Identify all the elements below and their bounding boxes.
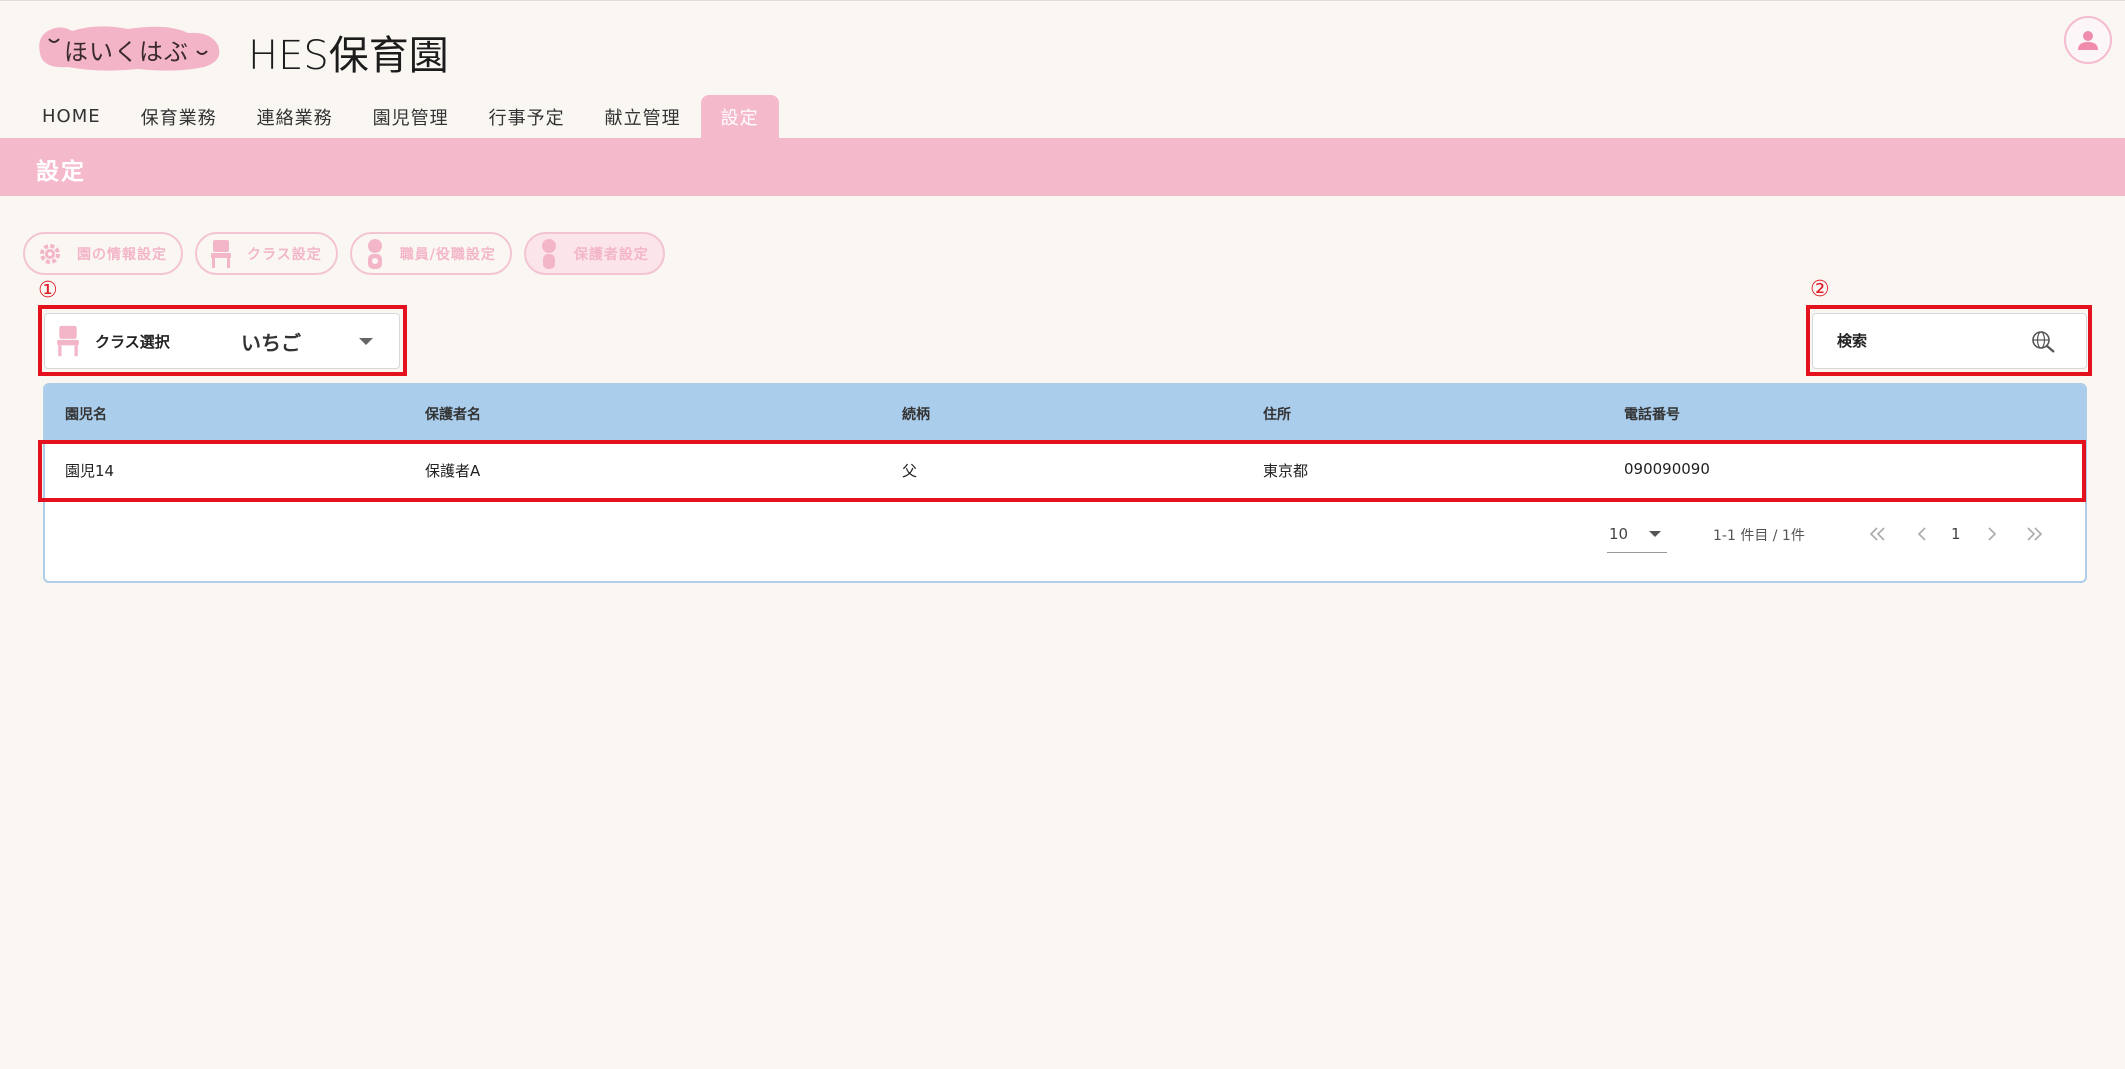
pagination: 10 1-1 件目 / 1件 1 [45, 499, 2085, 579]
guardian-settings-button[interactable]: 保護者設定 [523, 232, 665, 275]
staff-icon [364, 238, 386, 270]
section-title: 設定 [36, 159, 86, 185]
page-title: HES保育園 [248, 33, 449, 79]
settings-button-group: 園の情報設定 クラス設定 職員/役職設定 保護者設定 [23, 232, 665, 275]
search-input[interactable] [1837, 332, 2017, 350]
search-icon[interactable] [2031, 330, 2057, 358]
column-header-guardian-name: 保護者名 [425, 407, 481, 423]
app-logo: ほいくはぶ [38, 25, 222, 71]
dropdown-arrow-icon [359, 338, 373, 345]
cell-phone: 090090090 [1624, 460, 1710, 478]
logo-text: ほいくはぶ [64, 38, 189, 66]
chair-icon [55, 324, 81, 358]
class-select-value: いちご [241, 330, 301, 355]
column-header-relationship: 続柄 [902, 407, 930, 423]
next-page-icon[interactable] [1977, 519, 2007, 549]
cell-relationship: 父 [902, 462, 918, 480]
section-banner: 設定 [0, 138, 2125, 196]
class-settings-button[interactable]: クラス設定 [195, 232, 338, 275]
main-nav: HOME 保育業務 連絡業務 園児管理 行事予定 献立管理 設定 [22, 95, 779, 138]
dropdown-arrow-icon [1649, 531, 1661, 537]
column-header-child-name: 園児名 [65, 407, 107, 423]
cell-guardian-name: 保護者A [425, 462, 481, 480]
first-page-icon[interactable] [1863, 519, 1893, 549]
staff-settings-button[interactable]: 職員/役職設定 [349, 232, 512, 275]
nursery-info-settings-label: 園の情報設定 [77, 246, 167, 263]
nursery-info-settings-button[interactable]: 園の情報設定 [23, 232, 183, 275]
table-header-row: 園児名 保護者名 続柄 住所 電話番号 [45, 385, 2085, 441]
search-field[interactable] [1812, 313, 2087, 369]
tab-menu[interactable]: 献立管理 [585, 95, 701, 138]
guardian-settings-label: 保護者設定 [573, 246, 649, 263]
guardian-table: 園児名 保護者名 続柄 住所 電話番号 園児14 保護者A 父 東京都 0900… [43, 383, 2087, 583]
staff-settings-label: 職員/役職設定 [399, 246, 496, 263]
rows-per-page-select[interactable]: 10 [1607, 521, 1667, 553]
column-header-phone: 電話番号 [1624, 407, 1680, 423]
tab-contact[interactable]: 連絡業務 [237, 95, 353, 138]
chair-icon [209, 239, 233, 269]
pagination-range: 1-1 件目 / 1件 [1713, 528, 1805, 544]
tab-events[interactable]: 行事予定 [469, 95, 585, 138]
user-icon [2078, 31, 2098, 50]
prev-page-icon[interactable] [1907, 519, 1937, 549]
gear-icon [37, 241, 63, 267]
table-row[interactable]: 園児14 保護者A 父 東京都 090090090 [45, 441, 2085, 499]
column-header-address: 住所 [1263, 407, 1291, 423]
user-avatar-button[interactable] [2064, 16, 2112, 64]
tab-settings[interactable]: 設定 [700, 95, 779, 138]
tab-children[interactable]: 園児管理 [353, 95, 469, 138]
class-select-label: クラス選択 [95, 332, 170, 351]
cell-child-name: 園児14 [65, 462, 115, 480]
current-page-number: 1 [1951, 525, 1961, 543]
tab-home[interactable]: HOME [22, 95, 121, 138]
tab-childcare[interactable]: 保育業務 [121, 95, 237, 138]
annotation-marker-2: ② [1810, 277, 1830, 302]
annotation-marker-1: ① [38, 278, 58, 303]
cell-address: 東京都 [1263, 462, 1309, 480]
guardian-icon [538, 238, 560, 270]
class-select-dropdown[interactable]: クラス選択 いちご [44, 313, 400, 369]
rows-per-page-value: 10 [1609, 525, 1629, 543]
last-page-icon[interactable] [2019, 519, 2049, 549]
class-settings-label: クラス設定 [247, 246, 322, 263]
